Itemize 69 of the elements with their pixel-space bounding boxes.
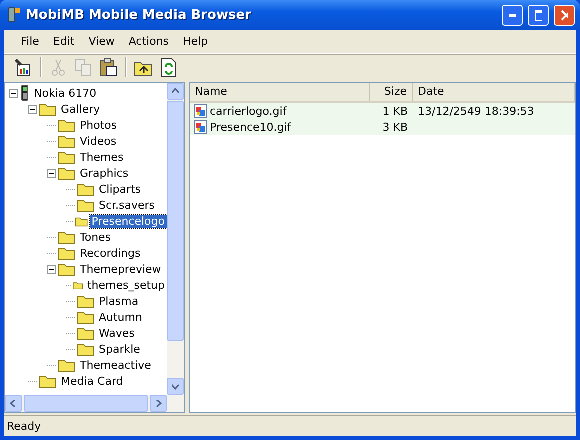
tree-item[interactable]: Sparkle <box>97 342 142 356</box>
status-text: Ready <box>7 420 42 432</box>
folder-icon <box>39 102 57 116</box>
column-header[interactable]: Date <box>413 83 575 101</box>
tree-item[interactable]: Videos <box>78 134 119 148</box>
close-button[interactable] <box>554 4 575 26</box>
tree-item[interactable]: Autumn <box>97 310 144 324</box>
folder-icon <box>58 166 76 180</box>
folder-icon <box>39 374 57 388</box>
folder-icon <box>58 134 76 148</box>
tree-item[interactable]: Nokia 6170 <box>32 86 99 100</box>
tree-item[interactable]: themes_setup <box>85 278 167 292</box>
file-size: 3 KB <box>382 120 409 134</box>
column-header[interactable]: Name <box>190 83 370 101</box>
folder-icon <box>77 198 95 212</box>
folder-icon <box>58 118 76 132</box>
maximize-button[interactable] <box>528 4 549 26</box>
close-icon <box>561 10 568 20</box>
scroll-right-button[interactable] <box>150 395 167 412</box>
menu-item[interactable]: File <box>14 33 46 50</box>
paste-icon <box>98 56 119 78</box>
menu-item[interactable]: Actions <box>122 33 176 50</box>
tree-item[interactable]: Plasma <box>97 294 141 308</box>
tree-item[interactable]: Gallery <box>59 102 102 116</box>
tree-item[interactable]: Themepreview <box>78 262 164 276</box>
scroll-up-button[interactable] <box>167 83 184 100</box>
tree-item[interactable]: Graphics <box>78 166 131 180</box>
file-name[interactable]: Presence10.gif <box>210 120 292 134</box>
scroll-left-button[interactable] <box>5 395 22 412</box>
tree-item[interactable]: Media Card <box>59 374 126 388</box>
scrollbar-thumb[interactable] <box>24 395 148 412</box>
menu-item[interactable]: Help <box>176 33 216 50</box>
folder-icon <box>58 246 76 260</box>
image-file-icon <box>194 120 207 134</box>
collapse-toggle[interactable] <box>47 264 56 274</box>
minimize-icon <box>509 14 516 16</box>
folder-icon <box>77 342 95 356</box>
menu-item[interactable]: Edit <box>46 33 82 50</box>
image-file-icon <box>194 104 207 118</box>
folder-icon <box>77 310 95 324</box>
copy-icon <box>73 56 94 78</box>
file-date: 13/12/2549 18:39:53 <box>417 104 536 118</box>
collapse-toggle[interactable] <box>28 104 37 114</box>
tree-item[interactable]: Themeactive <box>78 358 154 372</box>
collapse-toggle[interactable] <box>9 88 18 98</box>
phone-icon <box>20 85 30 101</box>
tree-item[interactable]: Cliparts <box>97 182 144 196</box>
folder-icon <box>77 326 95 340</box>
scrollbar-thumb[interactable] <box>167 101 184 341</box>
scroll-down-button[interactable] <box>167 378 184 395</box>
tree-item[interactable]: Scr.savers <box>97 198 158 212</box>
tree-item[interactable]: Waves <box>97 326 137 340</box>
tree-item[interactable]: Recordings <box>78 246 143 260</box>
tree-item[interactable]: Photos <box>78 118 120 132</box>
minimize-button[interactable] <box>502 4 523 26</box>
maximize-icon <box>535 10 542 20</box>
folder-icon <box>77 182 95 196</box>
folder-icon <box>58 150 76 164</box>
menu-item[interactable]: View <box>82 33 122 50</box>
file-name[interactable]: carrierlogo.gif <box>210 104 287 118</box>
file-size: 1 KB <box>382 104 409 118</box>
window-title: MobiMB Mobile Media Browser <box>26 8 252 22</box>
folder-icon <box>58 358 76 372</box>
tree-item[interactable]: Tones <box>78 230 114 244</box>
tree-item[interactable]: Themes <box>78 150 126 164</box>
column-header[interactable]: Size <box>370 83 413 101</box>
folder-icon <box>58 230 76 244</box>
tree-item[interactable]: Presencelogo <box>90 214 167 228</box>
collapse-toggle[interactable] <box>47 168 56 178</box>
